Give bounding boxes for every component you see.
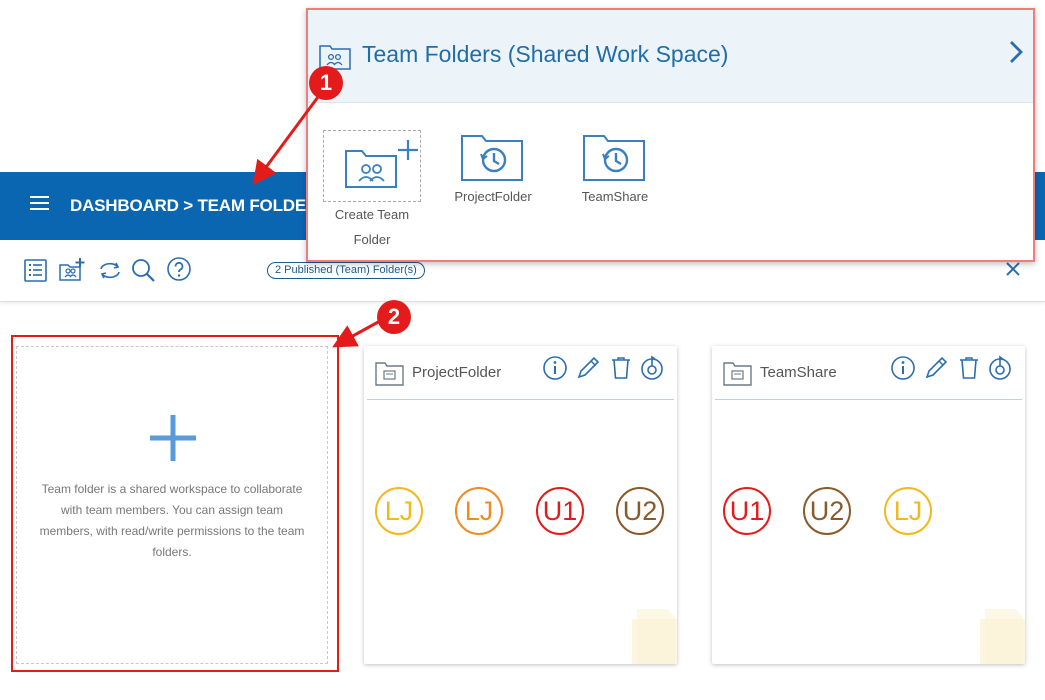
screen: DASHBOARD > TEAM FOLDER 2 Published (Tea… [0,0,1045,700]
member-avatar[interactable]: LJ [375,487,423,535]
team-folders-popup: Team Folders (Shared Work Space) Create … [306,8,1035,262]
card-divider [367,399,674,400]
chevron-right-icon[interactable] [1005,38,1027,66]
member-avatar[interactable]: LJ [455,487,503,535]
sync-icon[interactable] [96,256,124,284]
shared-folder-history-icon [460,130,526,184]
help-icon[interactable] [166,256,194,284]
folder-title: ProjectFolder [412,364,502,381]
create-team-folder-tile[interactable] [323,130,421,202]
create-team-folder-card[interactable]: Team folder is a shared workspace to col… [16,346,328,664]
popup-title: Team Folders (Shared Work Space) [362,41,729,67]
edit-pencil-icon[interactable] [575,355,601,381]
search-icon[interactable] [129,256,157,284]
folder-watermark-image [502,589,677,664]
teamshare-tile[interactable]: TeamShare [566,130,664,209]
team-folder-add-icon [344,139,420,195]
popup-header[interactable]: Team Folders (Shared Work Space) [308,10,1033,103]
share-link-icon[interactable] [987,355,1013,381]
card-divider [715,399,1022,400]
callout-badge-1: 1 [309,66,343,100]
info-icon[interactable] [890,355,916,381]
folder-title: TeamShare [760,364,837,381]
info-icon[interactable] [542,355,568,381]
plus-icon [150,415,196,461]
projectfolder-tile[interactable]: ProjectFolder [444,130,542,209]
menu-icon[interactable] [30,196,49,212]
tile-label: Create Team Folder [334,207,410,247]
folder-card-teamshare[interactable]: TeamShare U1 U2 LJ [712,346,1025,664]
breadcrumb: DASHBOARD > TEAM FOLDER [70,196,319,215]
list-view-icon[interactable] [22,256,50,284]
shared-folder-history-icon [582,130,648,184]
create-card-description: Team folder is a shared workspace to col… [39,482,305,559]
folder-icon [723,360,752,386]
trash-icon[interactable] [608,355,634,381]
published-folders-badge: 2 Published (Team) Folder(s) [267,262,425,279]
add-team-folder-icon[interactable] [58,256,86,284]
tile-label: ProjectFolder [454,189,532,204]
member-avatar[interactable]: U2 [803,487,851,535]
folder-icon [375,360,404,386]
member-avatar[interactable]: U2 [616,487,664,535]
folder-card-projectfolder[interactable]: ProjectFolder LJ LJ U1 U2 [364,346,677,664]
callout-badge-2: 2 [377,300,411,334]
member-avatar[interactable]: LJ [884,487,932,535]
trash-icon[interactable] [956,355,982,381]
share-link-icon[interactable] [639,355,665,381]
folder-watermark-image [850,589,1025,664]
tile-label: TeamShare [581,189,649,204]
member-avatar[interactable]: U1 [723,487,771,535]
edit-pencil-icon[interactable] [923,355,949,381]
member-avatar[interactable]: U1 [536,487,584,535]
